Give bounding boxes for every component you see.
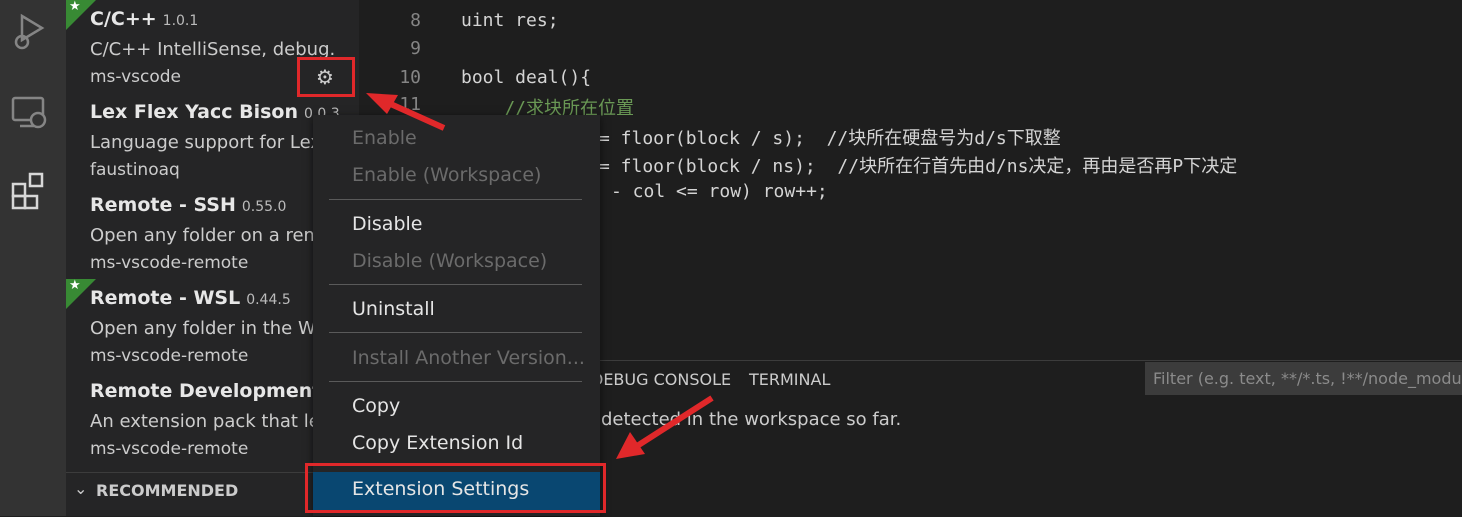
run-debug-icon[interactable] [8, 8, 52, 52]
extension-name: Remote Development [90, 380, 322, 402]
filter-input[interactable]: Filter (e.g. text, **/*.ts, !**/node_mod… [1145, 362, 1462, 395]
menu-item-uninstall[interactable]: Uninstall [352, 298, 435, 320]
code-text: - col <= row) row++; [611, 181, 828, 202]
code-line: 8 uint res; [359, 10, 1462, 38]
menu-separator [329, 332, 582, 333]
menu-item-copy-extension-id[interactable]: Copy Extension Id [352, 432, 523, 454]
menu-item-install-another-version[interactable]: Install Another Version... [352, 347, 585, 369]
line-number: 10 [399, 67, 421, 88]
extension-version: 1.0.1 [162, 13, 199, 29]
menu-separator [329, 199, 582, 200]
menu-item-disable-workspace[interactable]: Disable (Workspace) [352, 250, 547, 272]
activity-bar [0, 0, 66, 516]
extension-description: Open any folder on a rem [90, 225, 322, 246]
extension-name: Lex Flex Yacc Bison [90, 101, 298, 123]
line-number: 11 [399, 94, 421, 115]
tab-debug-console[interactable]: DEBUG CONSOLE [591, 370, 731, 389]
star-icon: ★ [69, 278, 81, 293]
chevron-down-icon: ⌄ [74, 479, 88, 498]
extension-publisher: ms-vscode-remote [90, 253, 249, 273]
menu-separator [329, 284, 582, 285]
extension-name: C/C++ [90, 8, 157, 30]
menu-item-disable[interactable]: Disable [352, 213, 422, 235]
extension-publisher: ms-vscode [90, 67, 182, 87]
code-text: uint res; [461, 10, 559, 31]
extension-publisher: ms-vscode-remote [90, 346, 249, 366]
context-menu: Enable Enable (Workspace) Disable Disabl… [313, 115, 600, 516]
menu-item-enable-workspace[interactable]: Enable (Workspace) [352, 164, 541, 186]
tab-terminal[interactable]: TERMINAL [749, 370, 830, 389]
panel-message: detected in the workspace so far. [601, 409, 902, 430]
extension-version: 0.44.5 [246, 292, 291, 308]
gear-highlight-box [297, 57, 355, 97]
menu-item-enable[interactable]: Enable [352, 127, 417, 149]
extensions-icon[interactable] [8, 168, 52, 212]
extension-description: Open any folder in the Wi [90, 318, 321, 339]
code-line: 9 [359, 38, 1462, 66]
star-icon: ★ [69, 0, 81, 14]
extension-description: Language support for Lex, [90, 132, 327, 153]
extension-publisher: ms-vscode-remote [90, 439, 249, 459]
extension-publisher: faustinoaq [90, 160, 180, 180]
remote-explorer-icon[interactable] [8, 92, 52, 136]
extension-name: Remote - SSH [90, 194, 236, 216]
extension-description: An extension pack that let [90, 411, 327, 432]
menu-item-copy[interactable]: Copy [352, 395, 400, 417]
code-text: = floor(block / ns); //块所在行首先由d/ns决定，再由是… [599, 156, 1238, 177]
line-number: 8 [410, 10, 421, 31]
code-text: bool deal(){ [461, 67, 592, 88]
menu-separator [329, 381, 582, 382]
recommended-label: RECOMMENDED [96, 481, 239, 500]
line-number: 9 [410, 38, 421, 59]
code-text: = floor(block / s); //块所在硬盘号为d/s下取整 [599, 128, 1061, 149]
code-line: 10 bool deal(){ [359, 67, 1462, 95]
menu-highlight-box [305, 463, 606, 513]
extension-name: Remote - WSL [90, 287, 241, 309]
extension-version: 0.55.0 [241, 199, 287, 215]
